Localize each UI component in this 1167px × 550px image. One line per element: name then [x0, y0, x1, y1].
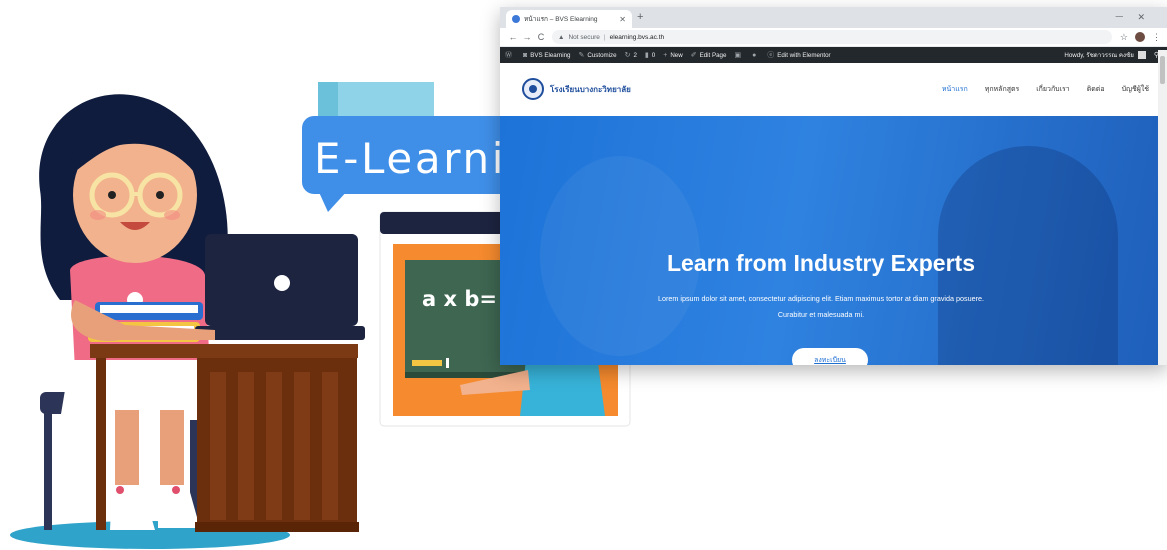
wp-howdy-item[interactable]: Howdy, รัชดาวรรณ คงชัย [1064, 50, 1146, 60]
wp-edit-page-label: Edit Page [699, 51, 727, 59]
nav-item-contact[interactable]: ติดต่อ [1087, 84, 1105, 95]
hero-description: Lorem ipsum dolor sit amet, consectetur … [629, 291, 1029, 323]
composite-image: E-Learning a x b= c หน้าแรก [0, 0, 1167, 550]
tab-title: หน้าแรก – BVS Elearning [524, 16, 598, 23]
brush-icon: ✎ [578, 52, 585, 59]
school-seal-icon [522, 78, 544, 100]
plugin-icon: ▣ [734, 52, 742, 59]
url-input[interactable]: ▲ Not secure | elearning.bvs.ac.th [552, 30, 1112, 44]
wp-logo-item[interactable]: Ⓦ [505, 50, 515, 60]
register-button[interactable]: ลงทะเบียน [792, 348, 868, 365]
hero-description-line-1: Lorem ipsum dolor sit amet, consectetur … [658, 294, 984, 303]
wp-customize-label: Customize [587, 51, 617, 59]
address-bar-row: ← → C ▲ Not secure | elearning.bvs.ac.th… [500, 28, 1167, 47]
wordpress-favicon-icon [512, 15, 520, 23]
page-scrollbar[interactable] [1158, 50, 1167, 365]
reload-icon[interactable]: C [534, 32, 548, 42]
wp-comments-item[interactable]: ▮ 0 [644, 51, 656, 60]
browser-menu-icon[interactable]: ⋮ [1152, 32, 1161, 43]
wp-elementor-item[interactable]: ⓔ Edit with Elementor [767, 50, 830, 60]
browser-tab[interactable]: หน้าแรก – BVS Elearning ✕ [506, 10, 632, 28]
profile-avatar[interactable] [1135, 32, 1145, 42]
comment-icon: ▮ [644, 52, 649, 59]
site-logo-name: โรงเรียนบางกะวิทยาลัย [550, 84, 631, 94]
url-separator: | [603, 33, 606, 41]
pencil-icon: ✐ [690, 52, 697, 59]
new-tab-icon[interactable]: + [637, 11, 643, 23]
scrollbar-thumb[interactable] [1160, 56, 1165, 84]
wp-customize-item[interactable]: ✎ Customize [578, 51, 617, 60]
wp-elementor-label: Edit with Elementor [777, 51, 831, 59]
wp-plugin-item[interactable]: ▣ [734, 51, 744, 59]
browser-window: หน้าแรก – BVS Elearning ✕ + ᅳ✕ ← → C ▲ N… [500, 7, 1167, 365]
wp-updates-count: 2 [633, 51, 637, 59]
wp-site-item[interactable]: ◙ BVS Elearning [523, 52, 570, 59]
circle-icon: ● [752, 51, 757, 59]
wp-admin-bar: Ⓦ ◙ BVS Elearning ✎ Customize ↻ 2 ▮ 0 + New ✐… [500, 47, 1167, 63]
site-header: โรงเรียนบางกะวิทยาลัย หน้าแรก ทุกหลักสูต… [500, 63, 1167, 115]
dashboard-icon: ◙ [523, 51, 528, 59]
desk [90, 344, 358, 358]
url-text: elearning.bvs.ac.th [609, 33, 665, 41]
hero-description-line-2: Curabitur et malesuada mi. [777, 310, 865, 319]
nav-item-about[interactable]: เกี่ยวกับเรา [1036, 84, 1069, 95]
wp-new-item[interactable]: + New [663, 52, 682, 59]
wp-site-label: BVS Elearning [530, 51, 571, 59]
tab-strip: หน้าแรก – BVS Elearning ✕ + ᅳ✕ [500, 7, 1167, 28]
forward-arrow-icon[interactable]: → [520, 32, 534, 42]
warning-icon: ▲ [558, 33, 565, 41]
nav-item-home[interactable]: หน้าแรก [942, 84, 968, 95]
site-logo[interactable]: โรงเรียนบางกะวิทยาลัย [522, 78, 631, 100]
elementor-icon: ⓔ [767, 52, 775, 59]
close-tab-icon[interactable]: ✕ [619, 15, 626, 24]
wp-edit-page-item[interactable]: ✐ Edit Page [690, 51, 727, 60]
hero-title: Learn from Industry Experts [666, 250, 976, 276]
bookmark-star-icon[interactable]: ☆ [1120, 32, 1128, 43]
main-nav: หน้าแรก ทุกหลักสูตร เกี่ยวกับเรา ติดต่อ … [942, 84, 1149, 95]
back-arrow-icon[interactable]: ← [506, 32, 520, 42]
updates-icon: ↻ [624, 52, 631, 59]
window-controls[interactable]: ᅳ✕ [1115, 10, 1159, 23]
wp-howdy-text: Howdy, รัชดาวรรณ คงชัย [1064, 52, 1134, 59]
plus-icon: + [663, 51, 668, 59]
hero-banner: Learn from Industry Experts Lorem ipsum … [500, 116, 1158, 365]
wp-new-label: New [670, 51, 683, 59]
wp-circle-item[interactable]: ● [752, 52, 759, 59]
wordpress-logo-icon: Ⓦ [505, 52, 512, 59]
chair-leg [44, 410, 52, 530]
nav-item-account[interactable]: บัญชีผู้ใช้ [1122, 84, 1149, 95]
wp-comments-count: 0 [651, 51, 656, 59]
nav-item-all-courses[interactable]: ทุกหลักสูตร [985, 84, 1020, 95]
user-avatar [1137, 51, 1146, 59]
security-label: Not secure [568, 33, 600, 41]
wp-updates-item[interactable]: ↻ 2 [624, 51, 637, 60]
